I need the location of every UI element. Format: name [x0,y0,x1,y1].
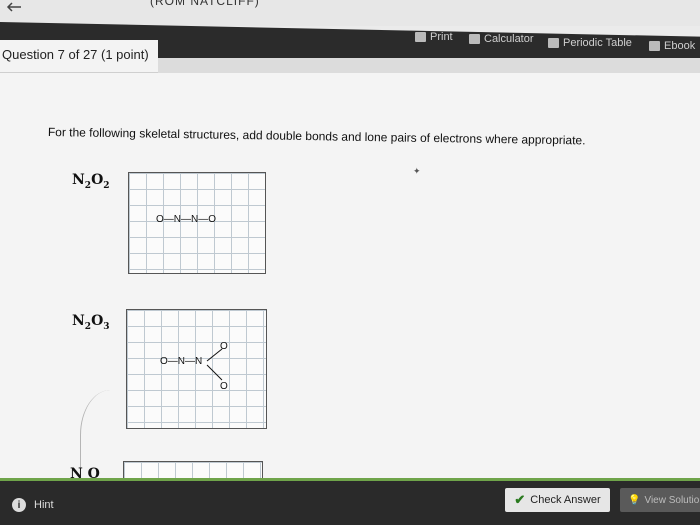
drawing-area-2[interactable] [126,309,267,429]
print-button[interactable]: Print [415,31,453,43]
periodic-table-label: Periodic Table [563,37,632,49]
periodic-table-icon [548,38,559,48]
hint-label: Hint [34,499,54,511]
window-title-fragment: (ROM NATCLIFF) [150,0,260,8]
view-solution-label: View Solutio [644,494,700,506]
calculator-icon [469,34,480,44]
print-label: Print [430,31,453,43]
formula-third-partial: N O [70,466,100,478]
cursor-mark: ✦ [413,166,421,176]
top-strip: (ROM NATCLIFF) [0,0,700,26]
ebook-label: Ebook [664,40,696,52]
info-icon: i [12,498,26,512]
formula-n2o3: N2O3 [72,313,110,332]
view-solution-button[interactable]: 💡 View Solutio [620,488,700,512]
skeleton-n2o2[interactable]: O—N—N—O [156,214,216,225]
bottom-accent [0,478,700,481]
check-answer-label: Check Answer [530,494,601,506]
skeleton-n2o3-o-top[interactable]: O [220,341,228,352]
periodic-table-button[interactable]: Periodic Table [548,37,632,49]
lightbulb-icon: 💡 [628,494,641,506]
skeleton-n2o3-chain[interactable]: O—N—N [160,356,202,367]
question-header: Question 7 of 27 (1 point) [2,47,149,62]
formula-n2o2: N2O2 [72,172,110,191]
printer-icon [415,32,426,42]
checkmark-icon: ✔ [514,492,526,507]
hint-button[interactable]: i Hint [12,498,54,512]
back-arrow-icon[interactable] [6,2,22,12]
skeleton-n2o3-branch-bonds [206,348,223,381]
check-answer-button[interactable]: ✔ Check Answer [505,488,610,512]
calculator-label: Calculator [484,33,534,45]
skeleton-n2o3-o-bottom[interactable]: O [220,381,228,392]
calculator-button[interactable]: Calculator [469,33,534,45]
ebook-button[interactable]: Ebook [649,40,695,52]
book-icon [649,41,660,51]
